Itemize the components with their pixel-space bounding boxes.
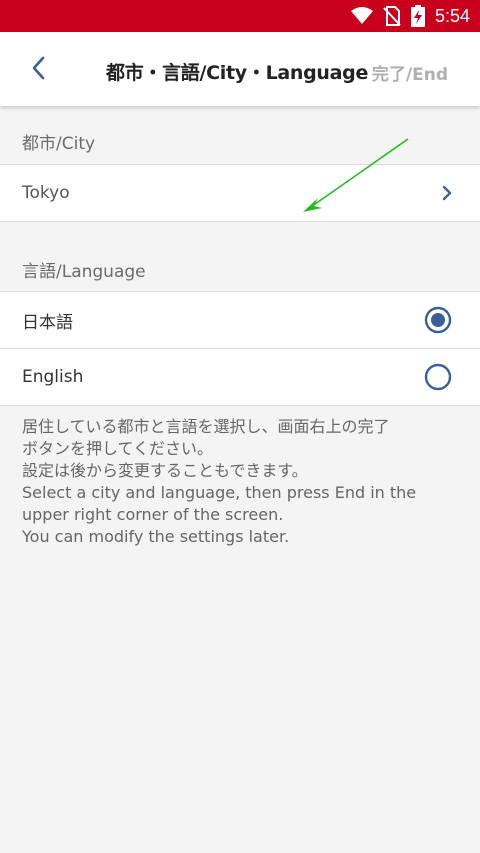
status-time: 5:54 [434,5,470,26]
radio-selected-icon[interactable] [424,306,452,334]
status-bar: 5:54 [0,0,480,32]
note-line: 設定は後から変更することもできます。 [22,461,308,480]
city-section-header: 都市/City [22,133,96,154]
language-option-english[interactable]: English [0,348,480,406]
language-option-label: English [22,367,84,387]
done-button[interactable]: 完了/End [372,60,448,85]
note-line: Select a city and language, then press E… [22,483,417,502]
language-section-header: 言語/Language [22,261,146,282]
city-row[interactable]: Tokyo [0,164,480,222]
page-title: 都市・言語/City・Language [106,62,369,84]
language-option-japanese[interactable]: 日本語 [0,291,480,349]
wifi-icon [350,7,373,25]
chevron-right-icon [442,185,452,201]
instruction-note: 居住している都市と言語を選択し、画面右上の完了 ボタンを押してください。 設定は… [22,416,462,548]
app-header: 都市・言語/City・Language 完了/End [0,32,480,106]
note-line: ボタンを押してください。 [22,439,214,458]
language-option-label: 日本語 [22,312,73,333]
battery-charging-icon [410,5,425,27]
note-line: You can modify the settings later. [22,527,290,546]
city-value: Tokyo [22,183,70,203]
note-line: 居住している都市と言語を選択し、画面右上の完了 [22,417,390,436]
chevron-left-icon [31,56,45,84]
back-button[interactable] [22,54,54,86]
radio-unselected-icon[interactable] [424,363,452,391]
note-line: upper right corner of the screen. [22,505,284,524]
no-sim-icon [383,6,401,26]
